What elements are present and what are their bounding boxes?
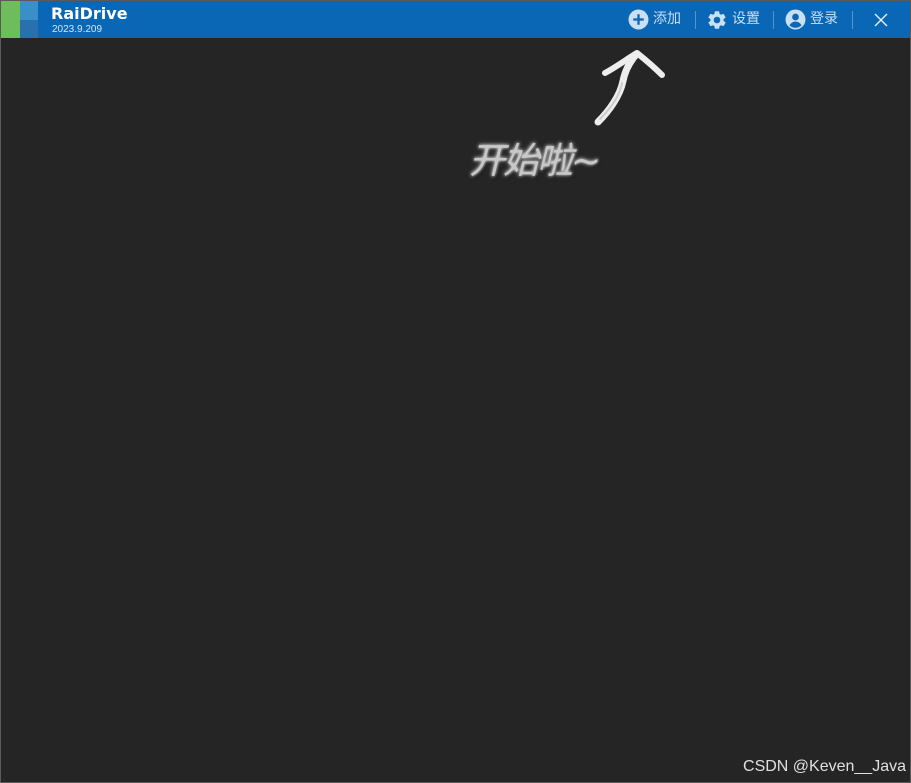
settings-button[interactable]: 设置 [706,1,760,38]
title-bar[interactable]: RaiDrive 2023.9.209 添加 设置 登录 [1,1,910,38]
plus-circle-icon [628,9,649,30]
raidrive-window: RaiDrive 2023.9.209 添加 设置 登录 开始啦~ CSDN @… [0,0,911,783]
toolbar-divider [695,11,696,29]
drive-list-area[interactable]: 开始啦~ CSDN @Keven__Java [1,38,910,782]
raidrive-logo-icon [1,1,38,38]
add-button[interactable]: 添加 [628,1,681,38]
gear-icon [708,10,726,29]
toolbar-divider [852,11,853,29]
watermark: CSDN @Keven__Java [743,758,906,775]
annotation-text: 开始啦~ [469,141,601,182]
app-version: 2023.9.209 [52,24,103,35]
login-button[interactable]: 登录 [785,1,838,38]
toolbar-divider [773,11,774,29]
close-icon [874,13,888,26]
user-circle-icon [785,9,806,30]
add-button-label: 添加 [653,11,681,27]
hand-drawn-arrow-icon [594,50,665,126]
login-button-label: 登录 [810,11,838,27]
app-title: RaiDrive [51,4,128,23]
close-button[interactable] [863,1,899,38]
settings-button-label: 设置 [732,11,760,27]
